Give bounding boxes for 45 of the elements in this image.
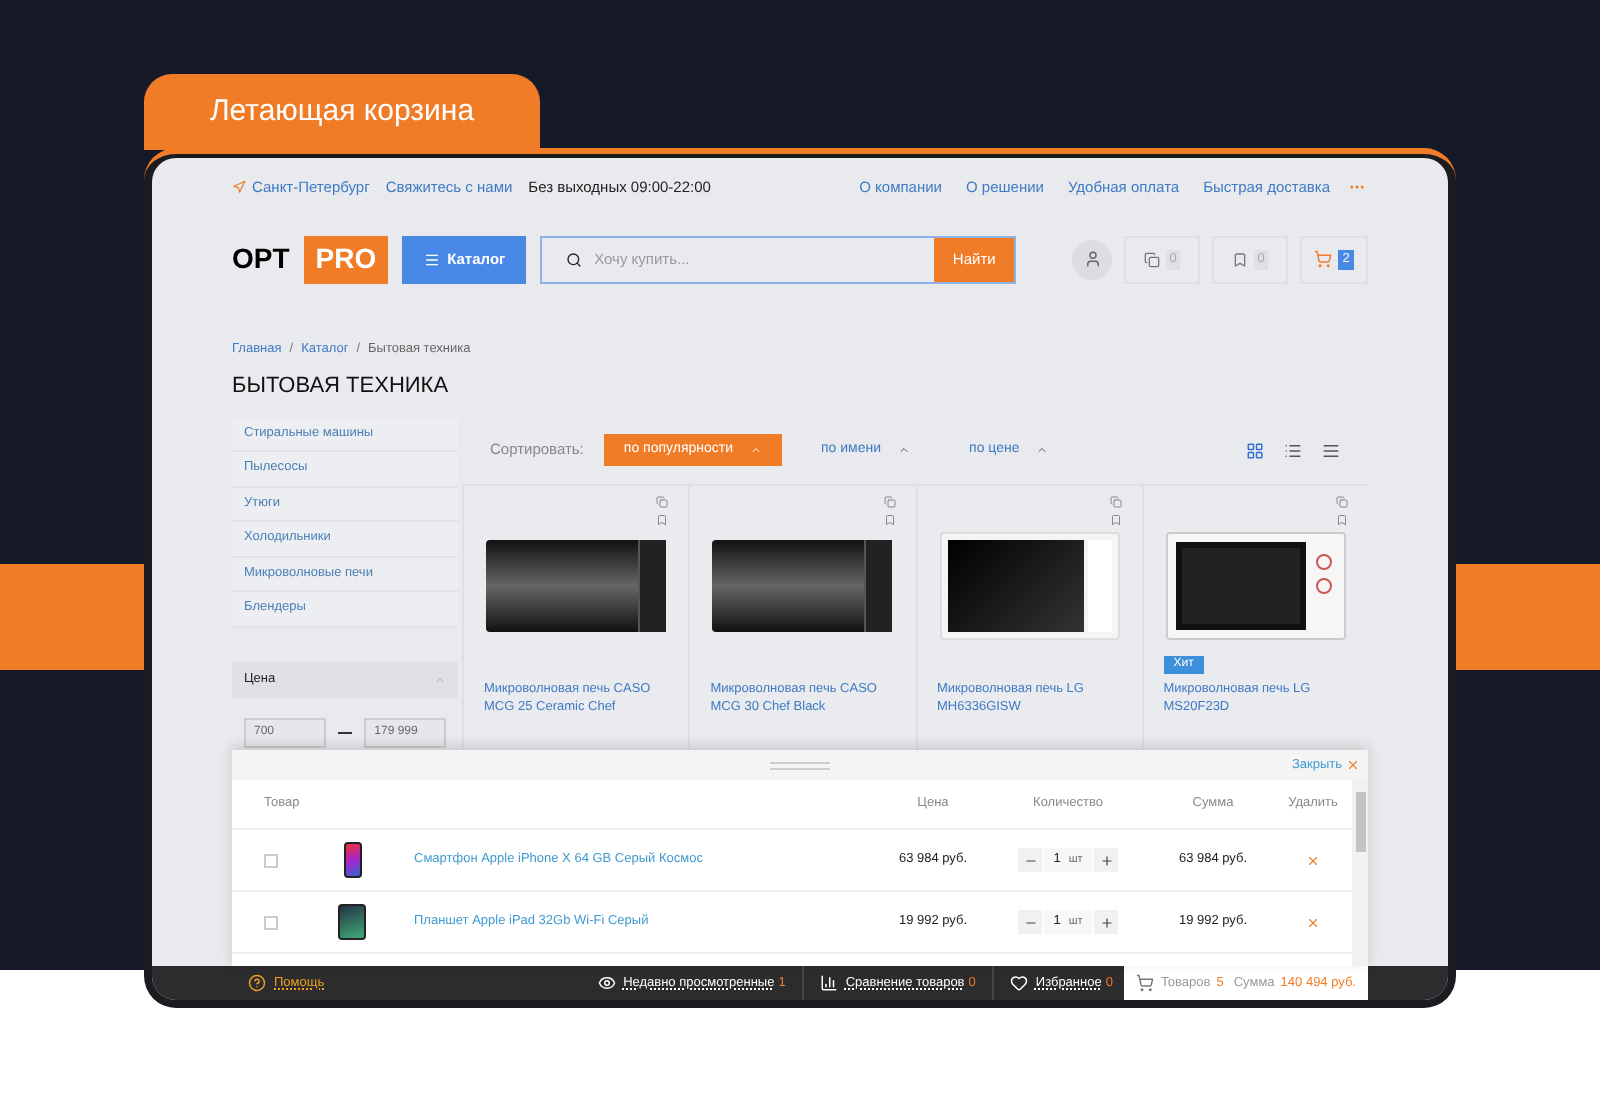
delete-icon[interactable]	[1306, 853, 1320, 867]
compare-icon[interactable]	[883, 495, 895, 507]
decrease-button[interactable]	[1018, 910, 1042, 934]
row-checkbox[interactable]	[264, 915, 278, 929]
compare-icon[interactable]	[1109, 495, 1122, 507]
list-view-icon[interactable]	[1284, 441, 1302, 459]
user-icon	[1083, 250, 1101, 269]
scrollbar[interactable]	[1352, 780, 1368, 966]
compare-icon	[1143, 251, 1160, 268]
bookmark-icon[interactable]	[656, 513, 669, 525]
delete-icon[interactable]	[1306, 915, 1320, 929]
plus-icon	[1099, 853, 1113, 867]
logo-badge: PRO	[303, 235, 389, 284]
logo-text: OPT	[232, 240, 290, 279]
grid-view-icon[interactable]	[1246, 441, 1264, 459]
cart-icon	[1314, 250, 1333, 269]
plus-icon	[1099, 915, 1113, 929]
menu-icon	[423, 251, 440, 268]
row-checkbox[interactable]	[264, 853, 278, 867]
decrease-button[interactable]	[1018, 848, 1042, 872]
page-title: БЫТОВАЯ ТЕХНИКА	[230, 372, 451, 402]
close-icon	[1346, 758, 1360, 772]
bookmark-icon[interactable]	[883, 513, 895, 525]
bookmark-icon	[1231, 251, 1248, 268]
compare-icon[interactable]	[1336, 495, 1348, 507]
tablet-drawing	[338, 904, 366, 940]
cart-icon	[1136, 974, 1155, 992]
phone-drawing	[343, 842, 361, 878]
table-view-icon[interactable]	[1322, 441, 1340, 459]
compare-icon[interactable]	[656, 495, 669, 507]
heart-icon	[1009, 974, 1028, 992]
user-button[interactable]	[1072, 239, 1112, 280]
eye-icon	[597, 974, 616, 992]
caret-icon	[749, 444, 761, 456]
drag-handle[interactable]	[770, 761, 830, 769]
chart-icon	[819, 974, 838, 992]
bookmark-icon[interactable]	[1109, 513, 1122, 525]
caret-icon	[1035, 444, 1048, 456]
increase-button[interactable]	[1094, 848, 1118, 872]
bookmark-icon[interactable]	[1336, 513, 1348, 525]
location-icon	[232, 180, 246, 195]
caret-icon	[897, 444, 910, 456]
help-icon[interactable]	[248, 974, 266, 992]
search-icon	[566, 251, 583, 268]
increase-button[interactable]	[1094, 910, 1118, 934]
